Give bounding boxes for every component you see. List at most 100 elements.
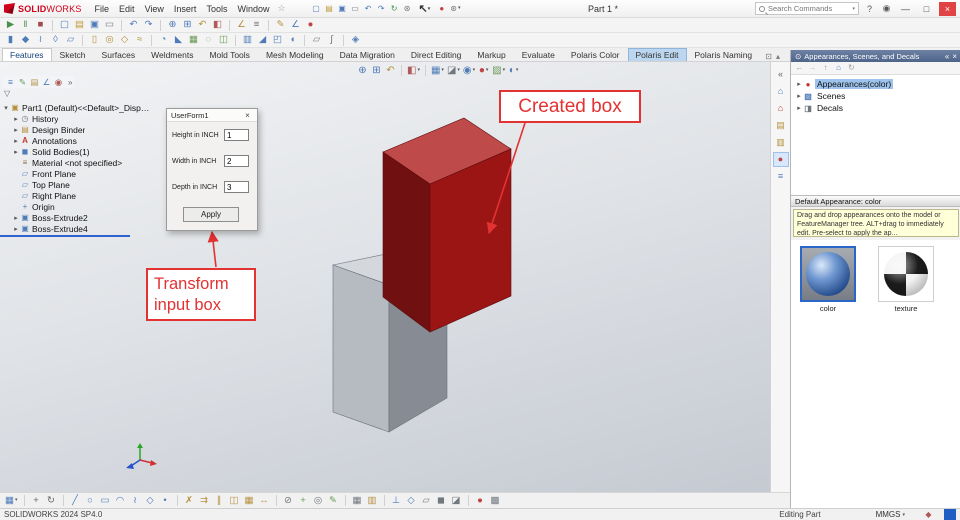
options-icon[interactable]: ⊛	[402, 3, 413, 14]
reference-geometry-icon[interactable]: ▱	[310, 34, 323, 47]
redo-icon[interactable]: ↷	[142, 19, 155, 32]
collapse-ribbon-icon[interactable]: ▴	[776, 52, 780, 61]
instant3d-icon[interactable]: ◈	[349, 34, 362, 47]
tab-features[interactable]: Features	[2, 48, 52, 61]
field-input-height[interactable]	[224, 129, 249, 141]
sketch-icon[interactable]: ✎	[274, 19, 287, 32]
tree-item-annotations[interactable]: ▸ A Annotations	[2, 135, 160, 146]
displaymanager-icon[interactable]: ◉	[53, 76, 64, 88]
display-style-icon[interactable]: ◪ ▾	[446, 64, 461, 77]
expand-arrow-icon[interactable]: ▸	[795, 92, 803, 100]
apply-button[interactable]: Apply	[183, 207, 239, 222]
field-input-depth[interactable]	[224, 181, 249, 193]
spline-icon[interactable]: ≀	[129, 494, 142, 507]
up-icon[interactable]: ↑	[820, 63, 831, 74]
user-icon[interactable]: ◉	[880, 2, 893, 15]
mass-properties-icon[interactable]: ≡	[250, 19, 263, 32]
tab-direct-editing[interactable]: Direct Editing	[403, 48, 470, 61]
view-selector-icon[interactable]: ▦ ▾	[4, 494, 19, 507]
revolved-cut-icon[interactable]: ◇	[118, 34, 131, 47]
file-explorer-icon[interactable]: ▥	[773, 135, 789, 150]
rebuild-icon[interactable]: ↻	[389, 3, 400, 14]
restore-button[interactable]: □	[918, 2, 935, 16]
open-document-icon[interactable]: ▤	[324, 3, 335, 14]
view-orientation-icon[interactable]: ▦ ▾	[430, 64, 445, 77]
grid-icon[interactable]: ▦	[351, 494, 364, 507]
userform-dialog[interactable]: UserForm1 × Height in INCH Width in INCH D…	[166, 108, 258, 231]
dropdown-caret[interactable]: ▾	[516, 68, 519, 73]
units-caret-icon[interactable]: ▾	[902, 512, 905, 518]
wireframe-icon[interactable]: ▱	[420, 494, 433, 507]
arc-icon[interactable]: ◠	[114, 494, 127, 507]
hole-wizard-icon[interactable]: ◎	[103, 34, 116, 47]
hide-show-icon[interactable]: ◉ ▾	[462, 64, 476, 77]
texture-map-icon[interactable]: ▩	[489, 494, 502, 507]
expand-arrow-icon[interactable]: ▸	[12, 214, 20, 222]
menu-edit[interactable]: Edit	[114, 4, 140, 14]
dropdown-caret[interactable]: ▾	[473, 68, 476, 73]
swept-boss-icon[interactable]: ≀	[34, 34, 47, 47]
search-input[interactable]	[768, 4, 850, 13]
tab-markup[interactable]: Markup	[469, 48, 513, 61]
unit-system-icon[interactable]: ▥	[366, 494, 379, 507]
isometric-icon[interactable]: ◇	[405, 494, 418, 507]
expand-arrow-icon[interactable]: ▸	[12, 148, 20, 156]
search-caret-icon[interactable]: ▾	[852, 6, 855, 12]
menu-view[interactable]: View	[140, 4, 169, 14]
dropdown-caret[interactable]: ▾	[458, 6, 461, 11]
dialog-title-bar[interactable]: UserForm1 ×	[167, 109, 257, 122]
undo-icon[interactable]: ↶	[127, 19, 140, 32]
pane-tree-item-appearances-color[interactable]: ▸ ● Appearances(color)	[791, 78, 960, 90]
rib-icon[interactable]: ▥	[241, 34, 254, 47]
tree-item-origin[interactable]: + Origin	[2, 201, 160, 212]
shaded-icon[interactable]: ◼	[435, 494, 448, 507]
tag-icon[interactable]: ◆	[923, 509, 934, 520]
minimize-button[interactable]: —	[897, 2, 914, 16]
fm-chevron-icon[interactable]: »	[68, 78, 72, 87]
display-delete-relations-icon[interactable]: ⊘	[282, 494, 295, 507]
expand-arrow-icon[interactable]: ▸	[12, 225, 20, 233]
pin-icon[interactable]: ⊙	[795, 52, 801, 61]
zoom-fit-icon[interactable]: ⊕	[356, 64, 369, 77]
redo-icon[interactable]: ↷	[376, 3, 387, 14]
circular-pattern-icon[interactable]: ◌	[202, 34, 215, 47]
linear-sketch-pattern-icon[interactable]: ▦	[243, 494, 256, 507]
chamfer-icon[interactable]: ◣	[172, 34, 185, 47]
move-entities-icon[interactable]: ↔	[258, 494, 271, 507]
new-document-icon[interactable]: ▢	[311, 3, 322, 14]
rectangle-icon[interactable]: ▭	[99, 494, 112, 507]
shell-icon[interactable]: ◰	[271, 34, 284, 47]
tree-item-history[interactable]: ▸ ◷ History	[2, 113, 160, 124]
tab-polaris-color[interactable]: Polaris Color	[563, 48, 628, 61]
dropdown-caret[interactable]: ▾	[15, 498, 18, 503]
tree-item-boss-extrude2[interactable]: ▸ ▣ Boss-Extrude2	[2, 212, 160, 223]
configurationmanager-icon[interactable]: ▤	[29, 76, 40, 88]
quick-snaps-icon[interactable]: ◎	[312, 494, 325, 507]
repair-sketch-icon[interactable]: +	[297, 494, 310, 507]
revolved-boss-icon[interactable]: ◆	[19, 34, 32, 47]
thumbnail-texture[interactable]: texture	[875, 246, 937, 502]
appearance-icon[interactable]: ●	[304, 19, 317, 32]
zoom-area-icon[interactable]: ⊞	[370, 64, 383, 77]
draft-icon[interactable]: ◢	[256, 34, 269, 47]
fillet-icon[interactable]: ◔	[157, 34, 170, 47]
save-icon[interactable]: ▣	[88, 19, 101, 32]
dimxpert-icon[interactable]: ∠	[41, 76, 52, 88]
rollback-bar[interactable]	[0, 235, 130, 237]
unit-system-selector[interactable]: MMGS ▾	[876, 510, 905, 519]
filter-icon[interactable]: ▽	[4, 89, 10, 98]
tab-mesh-modeling[interactable]: Mesh Modeling	[258, 48, 332, 61]
wrap-icon[interactable]: ◖	[286, 34, 299, 47]
rapid-sketch-icon[interactable]: ✎	[327, 494, 340, 507]
home-icon[interactable]: ⌂	[773, 84, 789, 99]
polygon-icon[interactable]: ◇	[144, 494, 157, 507]
tree-item-top-plane[interactable]: ▱ Top Plane	[2, 179, 160, 190]
convert-icon[interactable]: ⇉	[198, 494, 211, 507]
home-icon[interactable]: ⌂	[833, 63, 844, 74]
expand-arrow-icon[interactable]: ▾	[2, 104, 10, 112]
dropdown-caret[interactable]: ▾	[457, 68, 460, 73]
menu-tools[interactable]: Tools	[201, 4, 232, 14]
featuremanager-icon[interactable]: ≡	[5, 76, 16, 88]
pause-macro-icon[interactable]: ‖	[19, 19, 32, 32]
tab-evaluate[interactable]: Evaluate	[514, 48, 563, 61]
